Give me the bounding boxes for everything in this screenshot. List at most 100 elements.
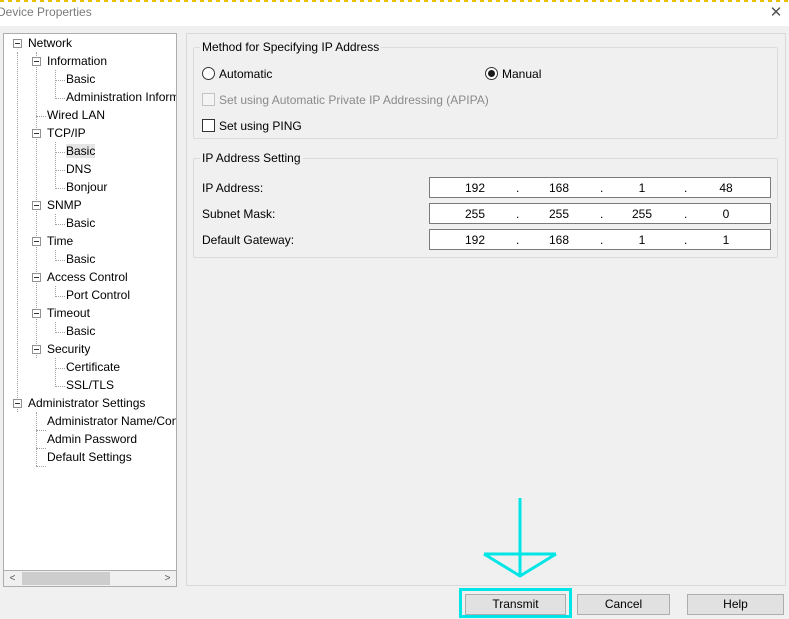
tree-item-snmp-basic[interactable]: Basic <box>66 214 95 232</box>
tree-connector <box>36 430 46 431</box>
expand-collapse-icon[interactable] <box>32 309 41 318</box>
tree-item-label: Admin Password <box>47 432 138 446</box>
tree-connector <box>55 358 56 387</box>
tree-connector <box>55 142 56 189</box>
group-title: IP Address Setting <box>200 151 303 165</box>
tree-item-label: DNS <box>66 162 92 176</box>
expand-collapse-icon[interactable] <box>32 237 41 246</box>
tree-connector <box>17 52 18 412</box>
tree-item-label: Basic <box>66 144 96 158</box>
octet-separator: . <box>684 207 688 221</box>
tree-item-tcpip[interactable]: TCP/IP <box>47 124 86 142</box>
tree-item-label: Access Control <box>47 270 128 284</box>
ip-address-setting-group: IP Address Setting IP Address: 192 . 168… <box>193 151 778 258</box>
tree-item-bonjour[interactable]: Bonjour <box>66 178 107 196</box>
tree-horizontal-scrollbar[interactable]: < > <box>3 570 177 587</box>
expand-collapse-icon[interactable] <box>32 129 41 138</box>
tree-connector <box>55 224 65 225</box>
tree-item-access-control[interactable]: Access Control <box>47 268 128 286</box>
tree-item-label: Information <box>47 54 108 68</box>
ip-octet: 255 <box>631 207 653 221</box>
tree-connector <box>55 170 65 171</box>
annotation-arrow-icon <box>483 498 557 578</box>
octet-separator: . <box>684 233 688 247</box>
tree-item-label: Security <box>47 342 91 356</box>
ip-octet: 168 <box>548 233 570 247</box>
default-gateway-input[interactable]: 192 . 168 . 1 . 1 <box>429 229 771 250</box>
expand-collapse-icon[interactable] <box>32 345 41 354</box>
automatic-radio[interactable] <box>202 67 215 80</box>
tree-item-label: Timeout <box>47 306 90 320</box>
tree-item-timeout-basic[interactable]: Basic <box>66 322 95 340</box>
close-icon[interactable]: ✕ <box>767 4 785 22</box>
ip-octet: 0 <box>722 207 730 221</box>
tree-item-security[interactable]: Security <box>47 340 90 358</box>
tree-item-certificate[interactable]: Certificate <box>66 358 120 376</box>
manual-radio[interactable] <box>485 67 498 80</box>
octet-separator: . <box>600 207 604 221</box>
octet-separator: . <box>516 233 520 247</box>
tree-connector <box>55 152 65 153</box>
title-bar[interactable]: Device Properties ✕ <box>0 2 789 24</box>
tree-item-network[interactable]: Network <box>28 34 72 52</box>
transmit-button[interactable]: Transmit <box>465 594 566 615</box>
tree-connector <box>55 386 65 387</box>
settings-tree[interactable]: Network Information Basic Administration… <box>3 33 177 586</box>
tree-item-information-basic[interactable]: Basic <box>66 70 95 88</box>
octet-separator: . <box>600 233 604 247</box>
tree-item-snmp[interactable]: SNMP <box>47 196 82 214</box>
octet-separator: . <box>600 181 604 195</box>
tree-item-admin-password[interactable]: Admin Password <box>47 430 137 448</box>
tree-connector <box>55 296 65 297</box>
tree-item-time-basic[interactable]: Basic <box>66 250 95 268</box>
window-title: Device Properties <box>0 5 92 19</box>
tree-item-default-settings[interactable]: Default Settings <box>47 448 132 466</box>
tree-item-information[interactable]: Information <box>47 52 107 70</box>
tree-connector <box>36 116 46 117</box>
ip-octet: 1 <box>722 233 730 247</box>
tree-item-label: Network <box>28 36 73 50</box>
tree-item-label: Certificate <box>66 360 121 374</box>
tree-item-tcpip-basic[interactable]: Basic <box>66 142 96 160</box>
tree-item-administration-information[interactable]: Administration Information <box>66 88 176 106</box>
tree-item-time[interactable]: Time <box>47 232 73 250</box>
ping-checkbox[interactable] <box>202 119 215 132</box>
tree-item-port-control[interactable]: Port Control <box>66 286 130 304</box>
expand-collapse-icon[interactable] <box>32 57 41 66</box>
tree-item-administrator-name[interactable]: Administrator Name/Contact <box>47 412 176 430</box>
tree-item-label: SNMP <box>47 198 82 212</box>
tree-item-timeout[interactable]: Timeout <box>47 304 90 322</box>
tree-item-dns[interactable]: DNS <box>66 160 91 178</box>
scroll-right-icon[interactable]: > <box>159 571 176 586</box>
expand-collapse-icon[interactable] <box>32 201 41 210</box>
tree-item-administrator-settings[interactable]: Administrator Settings <box>28 394 145 412</box>
expand-collapse-icon[interactable] <box>32 273 41 282</box>
automatic-label[interactable]: Automatic <box>219 67 272 81</box>
ip-octet: 255 <box>464 207 486 221</box>
ip-method-group: Method for Specifying IP Address Automat… <box>193 40 778 139</box>
tree-connector <box>55 368 65 369</box>
scrollbar-thumb[interactable] <box>22 572 110 585</box>
ip-address-label: IP Address: <box>202 181 264 195</box>
tree-item-label: Default Settings <box>47 450 132 464</box>
expand-collapse-icon[interactable] <box>13 399 22 408</box>
ping-label[interactable]: Set using PING <box>219 119 302 133</box>
tree-item-label: Basic <box>66 252 96 266</box>
tree-item-wired-lan[interactable]: Wired LAN <box>47 106 105 124</box>
tree-item-label: SSL/TLS <box>66 378 115 392</box>
apipa-label: Set using Automatic Private IP Addressin… <box>219 93 489 107</box>
cancel-button[interactable]: Cancel <box>577 594 670 615</box>
tree-item-label: Basic <box>66 216 96 230</box>
scroll-left-icon[interactable]: < <box>4 571 21 586</box>
subnet-mask-input[interactable]: 255 . 255 . 255 . 0 <box>429 203 771 224</box>
ip-address-input[interactable]: 192 . 168 . 1 . 48 <box>429 177 771 198</box>
tree-item-label: Time <box>47 234 74 248</box>
tree-connector <box>36 412 37 466</box>
subnet-mask-label: Subnet Mask: <box>202 207 276 221</box>
tree-connector <box>55 80 65 81</box>
tree-connector <box>55 188 65 189</box>
expand-collapse-icon[interactable] <box>13 39 22 48</box>
tree-item-ssl-tls[interactable]: SSL/TLS <box>66 376 114 394</box>
manual-label[interactable]: Manual <box>502 67 541 81</box>
help-button[interactable]: Help <box>687 594 784 615</box>
